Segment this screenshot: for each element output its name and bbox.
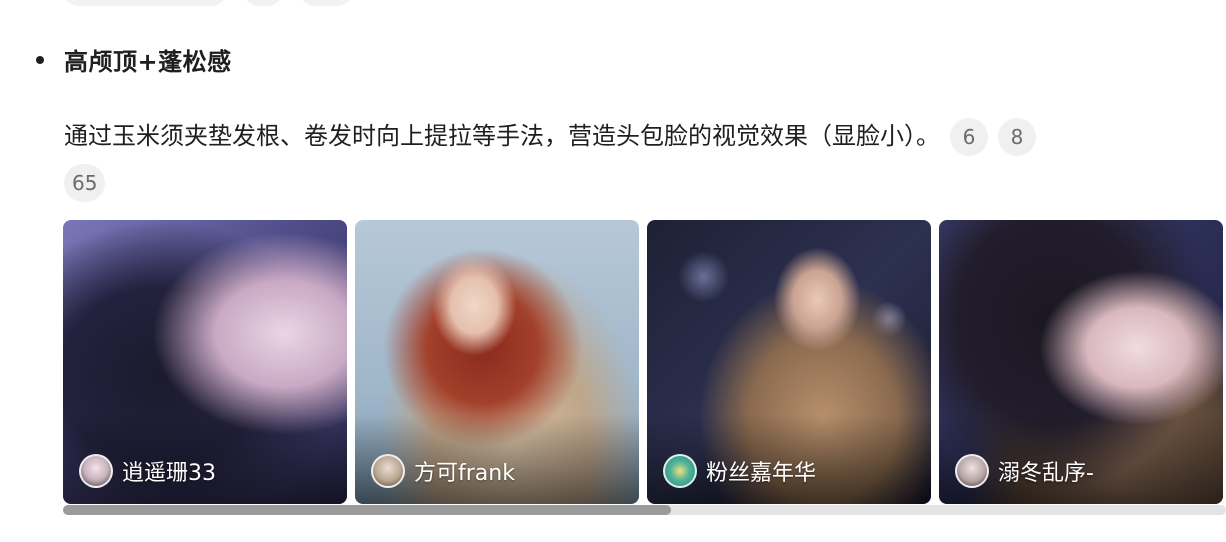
card-user[interactable]: 逍遥珊33 [79, 454, 216, 488]
top-tag-pill[interactable] [244, 0, 282, 6]
card-user[interactable]: 溺冬乱序- [955, 454, 1094, 488]
user-avatar-icon [79, 454, 113, 488]
top-tag-pill[interactable] [300, 0, 352, 6]
card-user[interactable]: 方可frank [371, 454, 515, 488]
section-paragraph: 通过玉米须夹垫发根、卷发时向上提拉等手法，营造头包脸的视觉效果（显脸小）。 6 8 … [64, 113, 1194, 205]
citation-ref[interactable]: 8 [998, 118, 1036, 156]
card-username: 逍遥珊33 [122, 461, 216, 486]
bullet-dot [36, 55, 44, 64]
paragraph-text: 通过玉米须夹垫发根、卷发时向上提拉等手法，营造头包脸的视觉效果（显脸小）。 [64, 122, 940, 150]
scrollbar-thumb[interactable] [63, 505, 671, 515]
gallery-card[interactable]: 逍遥珊33 [63, 220, 347, 504]
card-username: 方可frank [414, 461, 515, 486]
citation-ref[interactable]: 65 [64, 164, 106, 202]
card-username: 粉丝嘉年华 [706, 461, 817, 486]
image-gallery[interactable]: 逍遥珊33 方可frank 粉丝嘉年华 溺冬乱序- [63, 220, 1226, 504]
top-tag-pill[interactable] [64, 0, 226, 6]
user-avatar-icon [371, 454, 405, 488]
gallery-card[interactable]: 粉丝嘉年华 [647, 220, 931, 504]
gallery-card[interactable]: 溺冬乱序- [939, 220, 1223, 504]
card-user[interactable]: 粉丝嘉年华 [663, 454, 816, 488]
user-avatar-icon [663, 454, 697, 488]
card-username: 溺冬乱序- [998, 461, 1094, 486]
section-heading: 高颅顶+蓬松感 [64, 48, 232, 76]
gallery-card[interactable]: 方可frank [355, 220, 639, 504]
citation-ref[interactable]: 6 [950, 118, 988, 156]
section-heading-row: 高颅顶+蓬松感 [36, 42, 232, 77]
user-avatar-icon [955, 454, 989, 488]
